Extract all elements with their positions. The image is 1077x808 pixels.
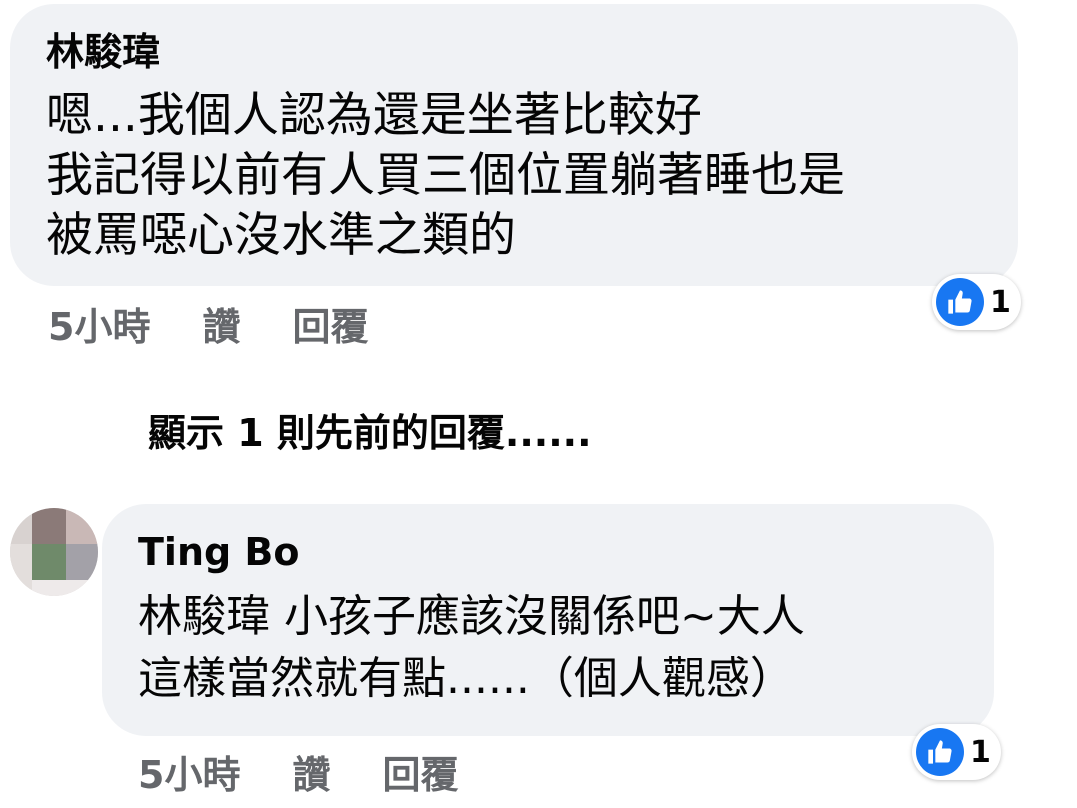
comment-line: 我記得以前有人買三個位置躺著睡也是 [46,148,845,203]
comment-author[interactable]: Ting Bo [138,528,300,576]
comment-bubble: Ting Bo 林駿瑋 小孩子應該沒關係吧~大人 這樣當然就有點......（個… [102,504,994,736]
comment-timestamp[interactable]: 5小時 [48,296,150,351]
reply-button[interactable]: 回覆 [382,744,458,799]
reaction-badge[interactable]: 1 [932,274,1021,330]
like-thumbs-up-icon [916,728,964,776]
reaction-badge[interactable]: 1 [912,724,1001,780]
avatar[interactable] [10,508,98,596]
comment-text: 嗯...我個人認為還是坐著比較好 我記得以前有人買三個位置躺著睡也是 被罵噁心沒… [46,86,845,266]
like-button[interactable]: 讚 [202,296,240,351]
comment-author[interactable]: 林駿瑋 [46,28,160,76]
like-thumbs-up-icon [936,278,984,326]
comment-line: 被罵噁心沒水準之類的 [46,208,516,263]
comment-line: 這樣當然就有點......（個人觀感） [138,653,794,704]
reaction-count: 1 [990,284,1011,320]
comment-bubble: 林駿瑋 嗯...我個人認為還是坐著比較好 我記得以前有人買三個位置躺著睡也是 被… [10,4,1018,286]
comment-thread: 林駿瑋 嗯...我個人認為還是坐著比較好 我記得以前有人買三個位置躺著睡也是 被… [0,0,1077,808]
show-previous-replies-link[interactable]: 顯示 1 則先前的回覆...... [148,402,592,457]
reply-button[interactable]: 回覆 [292,296,368,351]
comment-line: 嗯...我個人認為還是坐著比較好 [46,88,702,143]
like-button[interactable]: 讚 [292,744,330,799]
comment-line: 林駿瑋 小孩子應該沒關係吧~大人 [138,591,805,642]
comment-timestamp[interactable]: 5小時 [138,744,240,799]
comment-actions: 5小時 讚 回覆 [138,744,458,799]
reaction-count: 1 [970,734,991,770]
comment-text: 林駿瑋 小孩子應該沒關係吧~大人 這樣當然就有點......（個人觀感） [138,586,805,710]
comment-actions: 5小時 讚 回覆 [48,296,368,351]
